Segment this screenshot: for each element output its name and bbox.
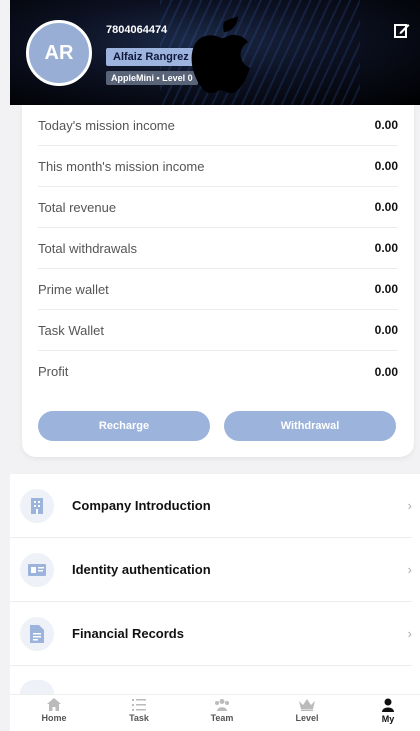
user-name-badge: Alfaiz Rangrez (106, 48, 196, 66)
nav-item-home[interactable]: Home (24, 698, 84, 723)
stat-row-month-income: This month's mission income 0.00 (38, 146, 398, 187)
stat-row-prime-wallet: Prime wallet 0.00 (38, 269, 398, 310)
document-icon (20, 616, 54, 651)
menu-item-financial-records[interactable]: Financial Records › (10, 602, 412, 666)
nav-item-my[interactable]: My (358, 698, 418, 724)
id-card-icon (20, 552, 54, 587)
menu-item-label: Identity authentication (72, 562, 211, 577)
stat-value: 0.00 (374, 282, 398, 296)
nav-item-task[interactable]: Task (109, 698, 169, 723)
user-phone: 7804064474 (106, 24, 168, 36)
home-icon (47, 698, 61, 711)
menu-list: Company Introduction › Identity authenti… (10, 474, 420, 694)
nav-item-team[interactable]: Team (192, 698, 252, 723)
task-list-icon (132, 699, 146, 711)
bottom-navigation: Home Task Team Level My (10, 694, 420, 731)
stat-label: Task Wallet (38, 322, 104, 338)
chevron-right-icon: › (407, 498, 412, 513)
stat-label: Total revenue (38, 199, 117, 215)
menu-item-identity-authentication[interactable]: Identity authentication › (10, 538, 412, 602)
nav-label: My (381, 714, 395, 724)
profile-header: AR 7804064474 Alfaiz Rangrez AppleMini •… (10, 0, 420, 105)
stat-label: Prime wallet (38, 281, 109, 297)
chevron-right-icon: › (407, 626, 412, 641)
user-level-badge: AppleMini • Level 0 (106, 71, 198, 85)
stat-row-total-revenue: Total revenue 0.00 (38, 187, 398, 228)
recharge-button[interactable]: Recharge (38, 411, 210, 441)
stat-label: Total withdrawals (38, 240, 137, 256)
stat-row-task-wallet: Task Wallet 0.00 (38, 310, 398, 351)
stat-value: 0.00 (374, 323, 398, 337)
team-icon (215, 699, 229, 711)
withdrawal-button[interactable]: Withdrawal (224, 411, 396, 441)
nav-label: Task (129, 713, 149, 723)
stat-row-profit: Profit 0.00 (38, 351, 398, 392)
income-stats-card: Today's mission income 0.00 This month's… (22, 105, 414, 457)
stat-row-today-income: Today's mission income 0.00 (38, 105, 398, 146)
stat-value: 0.00 (374, 364, 398, 379)
nav-label: Team (210, 713, 234, 723)
menu-item-label: Financial Records (72, 626, 184, 641)
nav-label: Home (41, 713, 67, 723)
building-icon (20, 488, 54, 523)
nav-item-level[interactable]: Level (277, 698, 337, 723)
stat-label: Today's mission income (38, 117, 175, 133)
stat-value: 0.00 (374, 241, 398, 255)
edit-icon[interactable] (394, 22, 410, 38)
stat-label: Profit (38, 364, 69, 379)
stat-row-total-withdrawals: Total withdrawals 0.00 (38, 228, 398, 269)
chevron-right-icon: › (407, 562, 412, 577)
menu-item-label: Company Introduction (72, 498, 211, 513)
avatar[interactable]: AR (26, 20, 92, 86)
user-icon (382, 698, 394, 712)
menu-item-partial-icon (20, 680, 54, 694)
stat-label: This month's mission income (38, 158, 205, 174)
nav-label: Level (295, 713, 319, 723)
crown-icon (299, 699, 315, 711)
stat-value: 0.00 (374, 159, 398, 173)
stat-value: 0.00 (374, 118, 398, 132)
menu-item-company-introduction[interactable]: Company Introduction › (10, 474, 412, 538)
apple-logo-icon (191, 16, 250, 94)
stat-value: 0.00 (374, 200, 398, 214)
